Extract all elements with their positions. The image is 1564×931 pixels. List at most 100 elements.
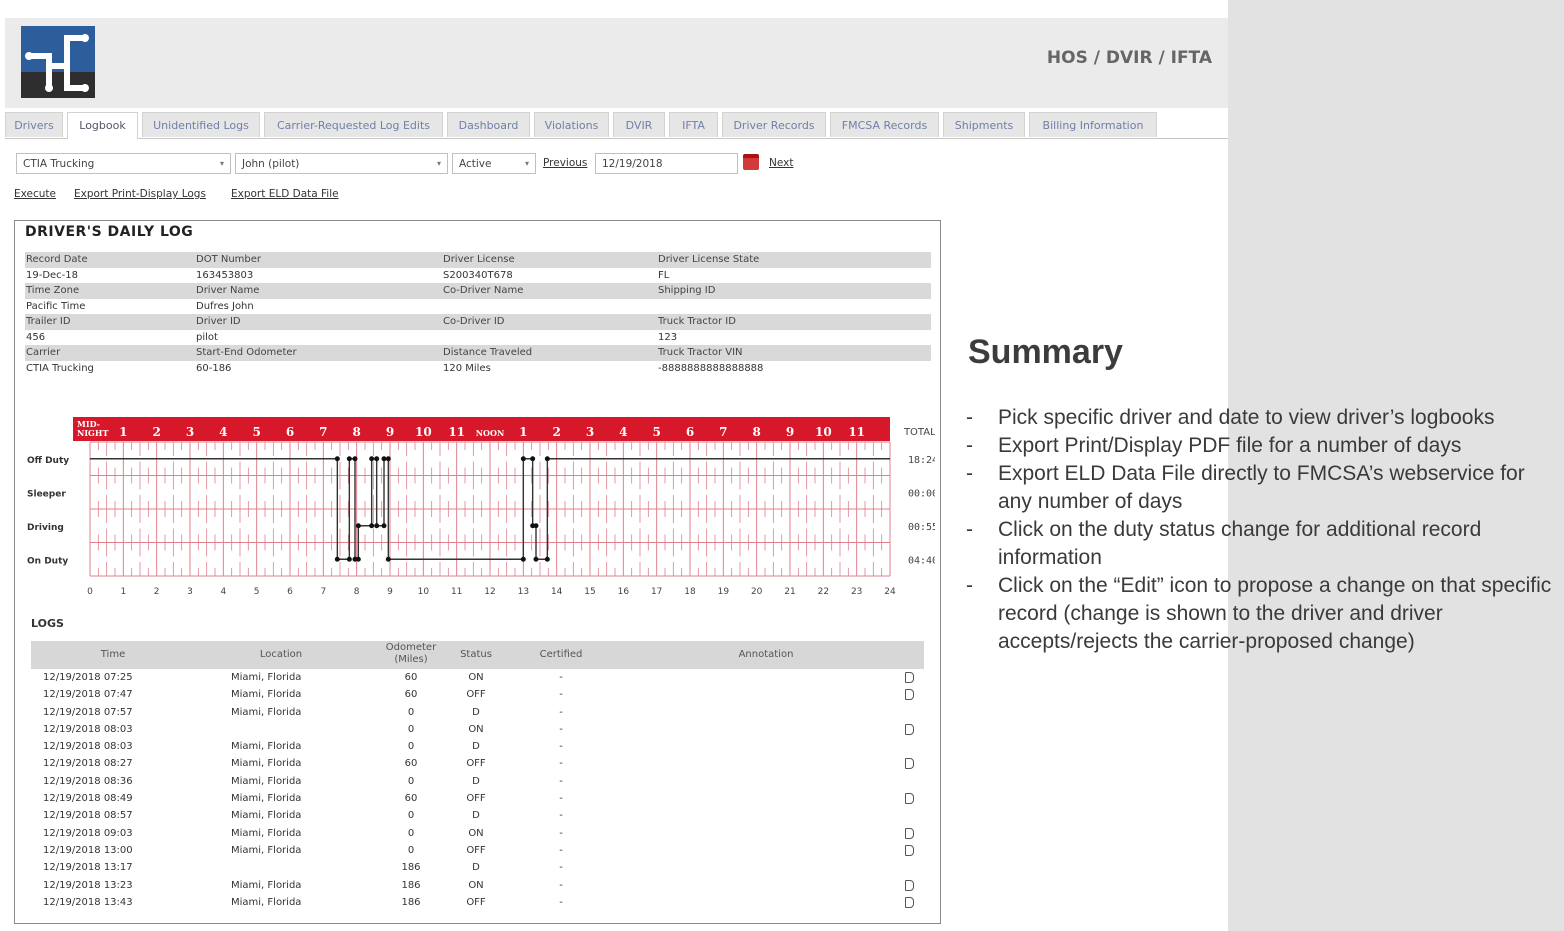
log-location: Miami, Florida	[231, 793, 302, 805]
company-logo	[21, 26, 95, 98]
status-change-point	[385, 556, 391, 562]
log-odometer: 0	[407, 810, 415, 822]
tab-ifta[interactable]: IFTA	[669, 112, 718, 137]
execute-link[interactable]: Execute	[14, 188, 56, 200]
log-time: 12/19/2018 07:57	[43, 706, 133, 718]
log-row[interactable]: 12/19/2018 08:57 Miami, Florida 0 D -	[31, 807, 924, 824]
log-certified: -	[559, 844, 563, 856]
graph-header-label: 1	[519, 425, 527, 439]
log-certified: -	[559, 775, 563, 787]
status-change-point	[355, 523, 361, 529]
log-row[interactable]: 12/19/2018 08:27 Miami, Florida 60 OFF -	[31, 755, 924, 772]
log-certified: -	[559, 758, 563, 770]
tab-drivers[interactable]: Drivers	[5, 112, 63, 137]
info-label: Shipping ID	[658, 285, 716, 296]
next-day-link[interactable]: Next	[769, 157, 793, 169]
summary-title: Summary	[968, 333, 1123, 371]
info-label-row: Time Zone Driver Name Co-Driver Name Shippi…	[25, 283, 931, 299]
info-value: CTIA Trucking	[26, 362, 94, 374]
log-row[interactable]: 12/19/2018 08:03 Miami, Florida 0 D -	[31, 738, 924, 755]
tab-fmcsa-records[interactable]: FMCSA Records	[830, 112, 939, 137]
log-certified: -	[559, 879, 563, 891]
row-label: On Duty	[27, 556, 68, 566]
chevron-down-icon: ▾	[524, 159, 529, 168]
x-tick-label: 11	[451, 587, 462, 597]
row-total: 00:55	[908, 522, 935, 533]
log-status: D	[472, 810, 480, 822]
logs-column-header: Annotation	[738, 649, 794, 660]
info-value: 456	[26, 331, 46, 343]
graph-header-label: 4	[219, 425, 227, 439]
status-select[interactable]: Active ▾	[452, 153, 536, 174]
calendar-icon[interactable]	[743, 154, 759, 170]
log-status: ON	[468, 879, 484, 891]
log-odometer: 0	[407, 723, 415, 735]
date-input-value: 12/19/2018	[602, 158, 663, 170]
log-location: Miami, Florida	[231, 758, 302, 770]
log-time: 12/19/2018 08:57	[43, 810, 133, 822]
bullet-text: Export ELD Data File directly to FMCSA’s…	[998, 462, 1525, 513]
info-label: Co-Driver ID	[443, 316, 505, 327]
chevron-down-icon: ▾	[436, 159, 441, 168]
info-label-row: Trailer ID Driver ID Co-Driver ID Truck Tra…	[25, 314, 931, 330]
tab-unidentified-logs[interactable]: Unidentified Logs	[142, 112, 260, 137]
log-row[interactable]: 12/19/2018 08:03 0 ON -	[31, 721, 924, 738]
bullet-dash: -	[966, 574, 973, 597]
info-label: Driver ID	[196, 316, 241, 327]
log-row[interactable]: 12/19/2018 08:36 Miami, Florida 0 D -	[31, 773, 924, 790]
driver-select[interactable]: John (pilot) ▾	[235, 153, 448, 174]
log-odometer: 60	[404, 758, 418, 770]
log-time: 12/19/2018 07:25	[43, 672, 133, 683]
tab-dvir[interactable]: DVIR	[613, 112, 665, 137]
graph-header-label: NOON	[476, 428, 505, 438]
graph-header-label: 2	[152, 425, 160, 439]
status-change-point	[374, 456, 380, 462]
tab-carrier-requested-log-edits[interactable]: Carrier-Requested Log Edits	[264, 112, 443, 137]
bullet-text: Pick specific driver and date to view dr…	[998, 406, 1495, 429]
log-row[interactable]: 12/19/2018 13:23 Miami, Florida 186 ON -	[31, 877, 924, 894]
log-row[interactable]: 12/19/2018 13:00 Miami, Florida 0 OFF -	[31, 842, 924, 859]
log-row[interactable]: 12/19/2018 09:03 Miami, Florida 0 ON -	[31, 825, 924, 842]
tab-billing-information[interactable]: Billing Information	[1029, 112, 1157, 137]
tab-shipments[interactable]: Shipments	[943, 112, 1025, 137]
logs-column-header: Time	[100, 649, 126, 660]
log-row[interactable]: 12/19/2018 07:47 Miami, Florida 60 OFF -	[31, 686, 924, 703]
previous-day-link[interactable]: Previous	[543, 157, 587, 169]
logs-column-header: Odometer (Miles)	[385, 642, 437, 665]
status-change-point	[533, 523, 539, 529]
status-change-point	[346, 556, 352, 562]
log-row[interactable]: 12/19/2018 08:49 Miami, Florida 60 OFF -	[31, 790, 924, 807]
tab-violations[interactable]: Violations	[534, 112, 609, 137]
tab-logbook[interactable]: Logbook	[67, 112, 138, 139]
bullet-dash: -	[966, 406, 973, 429]
log-row[interactable]: 12/19/2018 07:57 Miami, Florida 0 D -	[31, 704, 924, 721]
log-status: D	[472, 775, 480, 787]
log-odometer: 186	[401, 862, 421, 874]
summary-bullet: - Export Print/Display PDF file for a num…	[966, 432, 1562, 460]
export-print-display-link[interactable]: Export Print-Display Logs	[74, 188, 206, 200]
graph-header-label: 11	[448, 425, 465, 439]
log-time: 12/19/2018 07:47	[43, 689, 133, 701]
export-eld-data-link[interactable]: Export ELD Data File	[231, 188, 339, 200]
driver-info-grid: Record Date DOT Number Driver License Drive…	[25, 252, 931, 376]
carrier-select[interactable]: CTIA Trucking ▾	[16, 153, 231, 174]
status-change-point	[369, 523, 375, 529]
duty-status-graph: MID-NIGHT 1 2 3 4 5 6 7 8 9 10 11 NOON 1 2 3 4 5 6 7 8 9 10 11 T…	[27, 417, 935, 597]
log-row[interactable]: 12/19/2018 07:25 Miami, Florida 60 ON -	[31, 669, 924, 686]
x-tick-label: 3	[187, 587, 193, 597]
status-change-point	[352, 456, 358, 462]
date-input[interactable]: 12/19/2018	[595, 153, 738, 174]
log-row[interactable]: 12/19/2018 13:17 186 D -	[31, 859, 924, 876]
tab-dashboard[interactable]: Dashboard	[447, 112, 530, 137]
log-odometer: 0	[407, 844, 415, 856]
log-odometer: 0	[407, 706, 415, 718]
info-label: Trailer ID	[26, 316, 71, 327]
info-label-row: Record Date DOT Number Driver License Drive…	[25, 252, 931, 268]
chevron-down-icon: ▾	[219, 159, 224, 168]
info-label: Record Date	[26, 254, 88, 265]
x-tick-label: 23	[851, 587, 862, 597]
tab-driver-records[interactable]: Driver Records	[722, 112, 826, 137]
log-row[interactable]: 12/19/2018 13:43 Miami, Florida 186 OFF -	[31, 894, 924, 911]
status-change-point	[346, 456, 352, 462]
log-time: 12/19/2018 08:27	[43, 758, 133, 770]
